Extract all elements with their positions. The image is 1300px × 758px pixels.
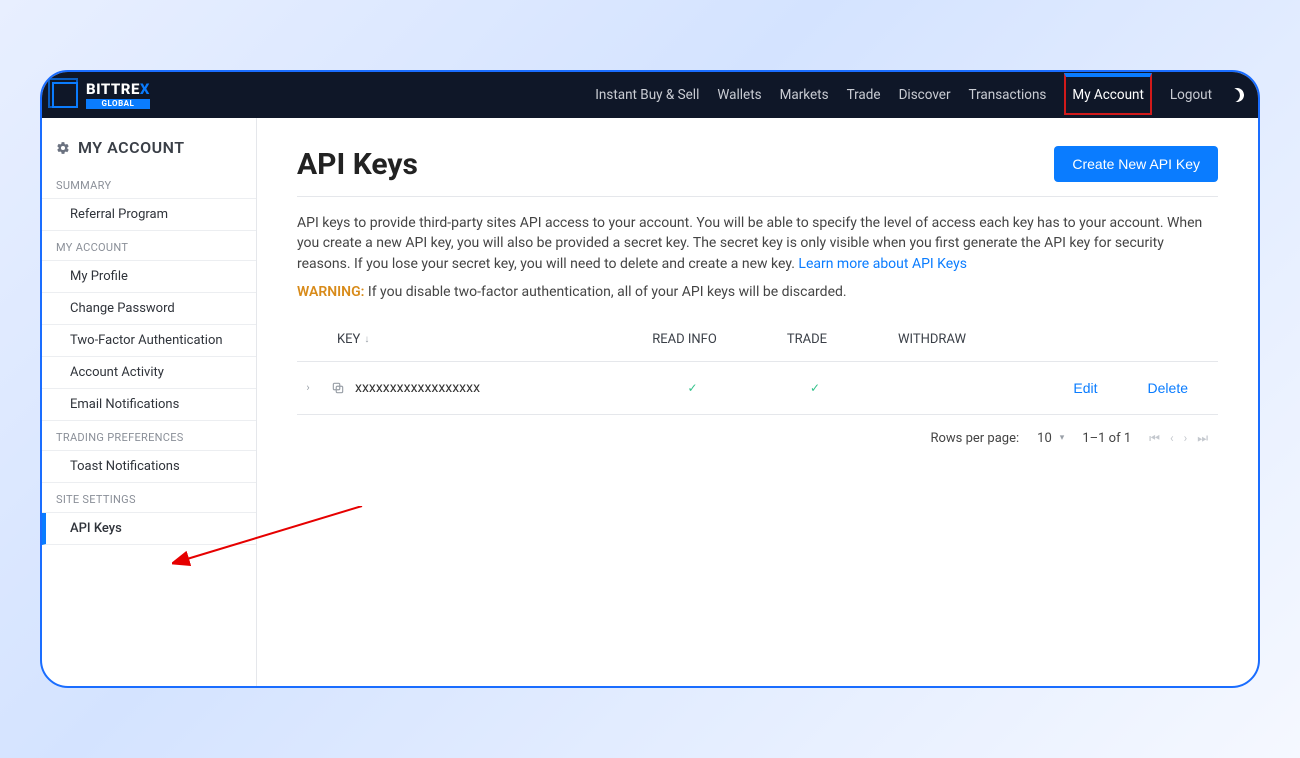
page-range: 1–1 of 1 [1082,431,1131,446]
sidebar-group-label: SUMMARY [42,169,256,199]
create-api-key-button[interactable]: Create New API Key [1054,146,1218,182]
rows-per-page-label: Rows per page: [930,431,1019,446]
sidebar-item-my-profile[interactable]: My Profile [42,261,256,293]
main-nav: Instant Buy & Sell Wallets Markets Trade Dis… [595,75,1244,115]
sidebar-item-email-notifications[interactable]: Email Notifications [42,389,256,421]
page-title: API Keys [297,147,418,182]
api-key-value: xxxxxxxxxxxxxxxxxx [355,380,615,396]
page-last-icon[interactable]: ⏭ [1197,431,1208,446]
sidebar-group-label: TRADING PREFERENCES [42,421,256,451]
read-info-cell: ✓ [625,380,760,396]
nav-trade[interactable]: Trade [847,87,881,103]
sidebar-item-referral-program[interactable]: Referral Program [42,199,256,231]
gear-icon [56,141,70,155]
table-row: › xxxxxxxxxxxxxxxxxx ✓ ✓ Edit Delete [297,362,1218,415]
col-key[interactable]: KEY↓ [337,332,617,347]
sidebar-title: MY ACCOUNT [42,138,256,169]
app-window: BITTREX GLOBAL Instant Buy & Sell Wallets… [40,70,1260,688]
page-prev-icon[interactable]: ‹ [1170,431,1174,446]
nav-discover[interactable]: Discover [899,87,951,103]
expand-row-icon[interactable]: › [297,381,315,394]
nav-instant-buy-sell[interactable]: Instant Buy & Sell [595,87,699,103]
page-description: API keys to provide third-party sites AP… [297,197,1218,284]
pagination: Rows per page: 10 ▾ 1–1 of 1 ⏮ ‹ › ⏭ [297,415,1218,446]
table-body: › xxxxxxxxxxxxxxxxxx ✓ ✓ Edit Delete [297,362,1218,415]
check-icon: ✓ [687,381,697,395]
dark-mode-icon[interactable] [1228,86,1246,104]
page-next-icon[interactable]: › [1184,431,1188,446]
check-icon: ✓ [810,381,820,395]
page-first-icon[interactable]: ⏮ [1149,431,1160,446]
col-withdraw[interactable]: WITHDRAW [862,332,1002,347]
sidebar-group-label: MY ACCOUNT [42,231,256,261]
page-header: API Keys Create New API Key [297,146,1218,197]
main-panel: API Keys Create New API Key API keys to … [257,118,1258,686]
nav-logout[interactable]: Logout [1170,87,1212,103]
rows-per-page-select[interactable]: 10 ▾ [1037,431,1064,446]
nav-wallets[interactable]: Wallets [717,87,761,103]
chevron-down-icon: ▾ [1060,433,1065,443]
warning-text: WARNING: If you disable two-factor authe… [297,284,1218,318]
brand-text: BITTREX GLOBAL [86,82,150,109]
delete-button[interactable]: Delete [1148,380,1188,396]
col-read[interactable]: READ INFO [617,332,752,347]
content-area: MY ACCOUNT SUMMARYReferral ProgramMY ACC… [42,118,1258,686]
sidebar: MY ACCOUNT SUMMARYReferral ProgramMY ACC… [42,118,257,686]
copy-icon[interactable] [331,381,345,395]
top-nav-bar: BITTREX GLOBAL Instant Buy & Sell Wallets… [42,72,1258,118]
learn-more-link[interactable]: Learn more about API Keys [798,256,967,272]
sidebar-item-toast-notifications[interactable]: Toast Notifications [42,451,256,483]
brand-logo[interactable]: BITTREX GLOBAL [52,82,150,109]
edit-button[interactable]: Edit [1073,380,1097,396]
sidebar-item-api-keys[interactable]: API Keys [42,513,256,545]
sidebar-item-account-activity[interactable]: Account Activity [42,357,256,389]
nav-transactions[interactable]: Transactions [969,87,1047,103]
sidebar-item-two-factor-authentication[interactable]: Two-Factor Authentication [42,325,256,357]
table-header: KEY↓ READ INFO TRADE WITHDRAW [297,318,1218,362]
sidebar-group-label: SITE SETTINGS [42,483,256,513]
nav-markets[interactable]: Markets [780,87,829,103]
col-trade[interactable]: TRADE [752,332,862,347]
sort-icon: ↓ [364,334,369,345]
logo-icon [52,82,78,108]
sidebar-item-change-password[interactable]: Change Password [42,293,256,325]
trade-cell: ✓ [760,380,870,396]
nav-my-account[interactable]: My Account [1064,73,1151,115]
